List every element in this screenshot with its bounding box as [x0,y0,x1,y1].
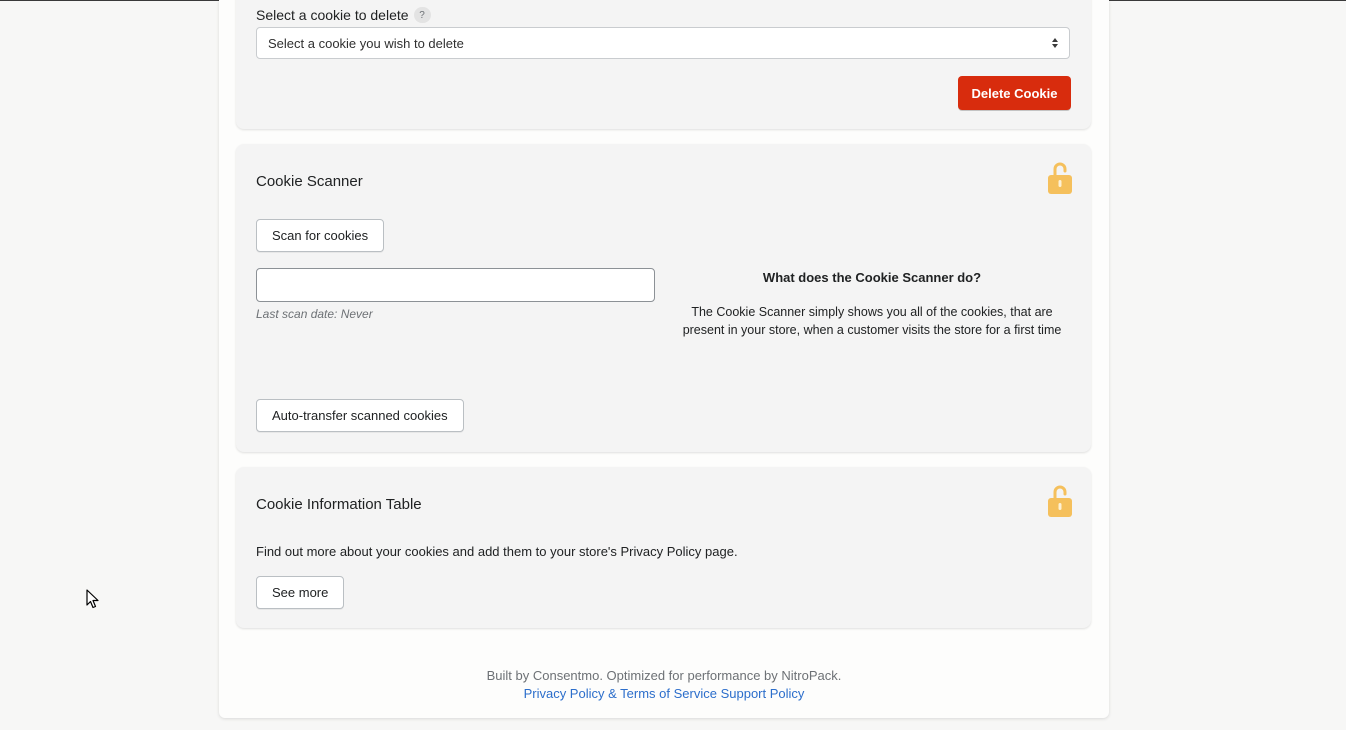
cookie-info-table-card: Cookie Information Table Find out more a… [236,467,1091,628]
scanner-info-title: What does the Cookie Scanner do? [762,270,982,285]
privacy-terms-link[interactable]: Privacy Policy & Terms of Service [524,686,717,701]
footer: Built by Consentmo. Optimized for perfor… [219,667,1109,703]
cookie-select-placeholder: Select a cookie you wish to delete [268,35,464,51]
app-content: Select a cookie to delete ? Select a coo… [219,0,1109,718]
scanner-info-text: The Cookie Scanner simply shows you all … [682,305,1062,337]
scan-for-cookies-button[interactable]: Scan for cookies [256,219,385,252]
delete-cookie-label-row: Select a cookie to delete ? [256,7,431,23]
last-scan-date: Last scan date: Never [256,307,373,321]
cookie-scanner-card: Cookie Scanner Scan for cookies Last sca… [236,144,1091,452]
see-more-button[interactable]: See more [256,576,345,609]
cookie-info-description: Find out more about your cookies and add… [256,544,738,559]
delete-cookie-label: Select a cookie to delete [256,7,409,23]
cookie-info-table-title: Cookie Information Table [256,496,422,513]
footer-credit: Built by Consentmo. Optimized for perfor… [486,668,842,683]
scan-result-input[interactable] [256,268,655,302]
unlocked-padlock-icon [1048,162,1072,194]
delete-cookie-button[interactable]: Delete Cookie [958,76,1071,110]
mouse-cursor-icon [86,589,99,609]
unlocked-padlock-icon [1048,485,1072,517]
support-policy-link[interactable]: Support Policy [721,686,805,701]
help-icon[interactable]: ? [413,7,431,23]
cookie-scanner-title: Cookie Scanner [256,173,363,190]
select-arrows-icon [1052,38,1058,48]
footer-links: Privacy Policy & Terms of Service Suppor… [219,685,1109,703]
cookie-select[interactable]: Select a cookie you wish to delete [256,27,1070,59]
auto-transfer-button[interactable]: Auto-transfer scanned cookies [256,399,464,432]
delete-cookie-card: Select a cookie to delete ? Select a coo… [236,0,1091,129]
